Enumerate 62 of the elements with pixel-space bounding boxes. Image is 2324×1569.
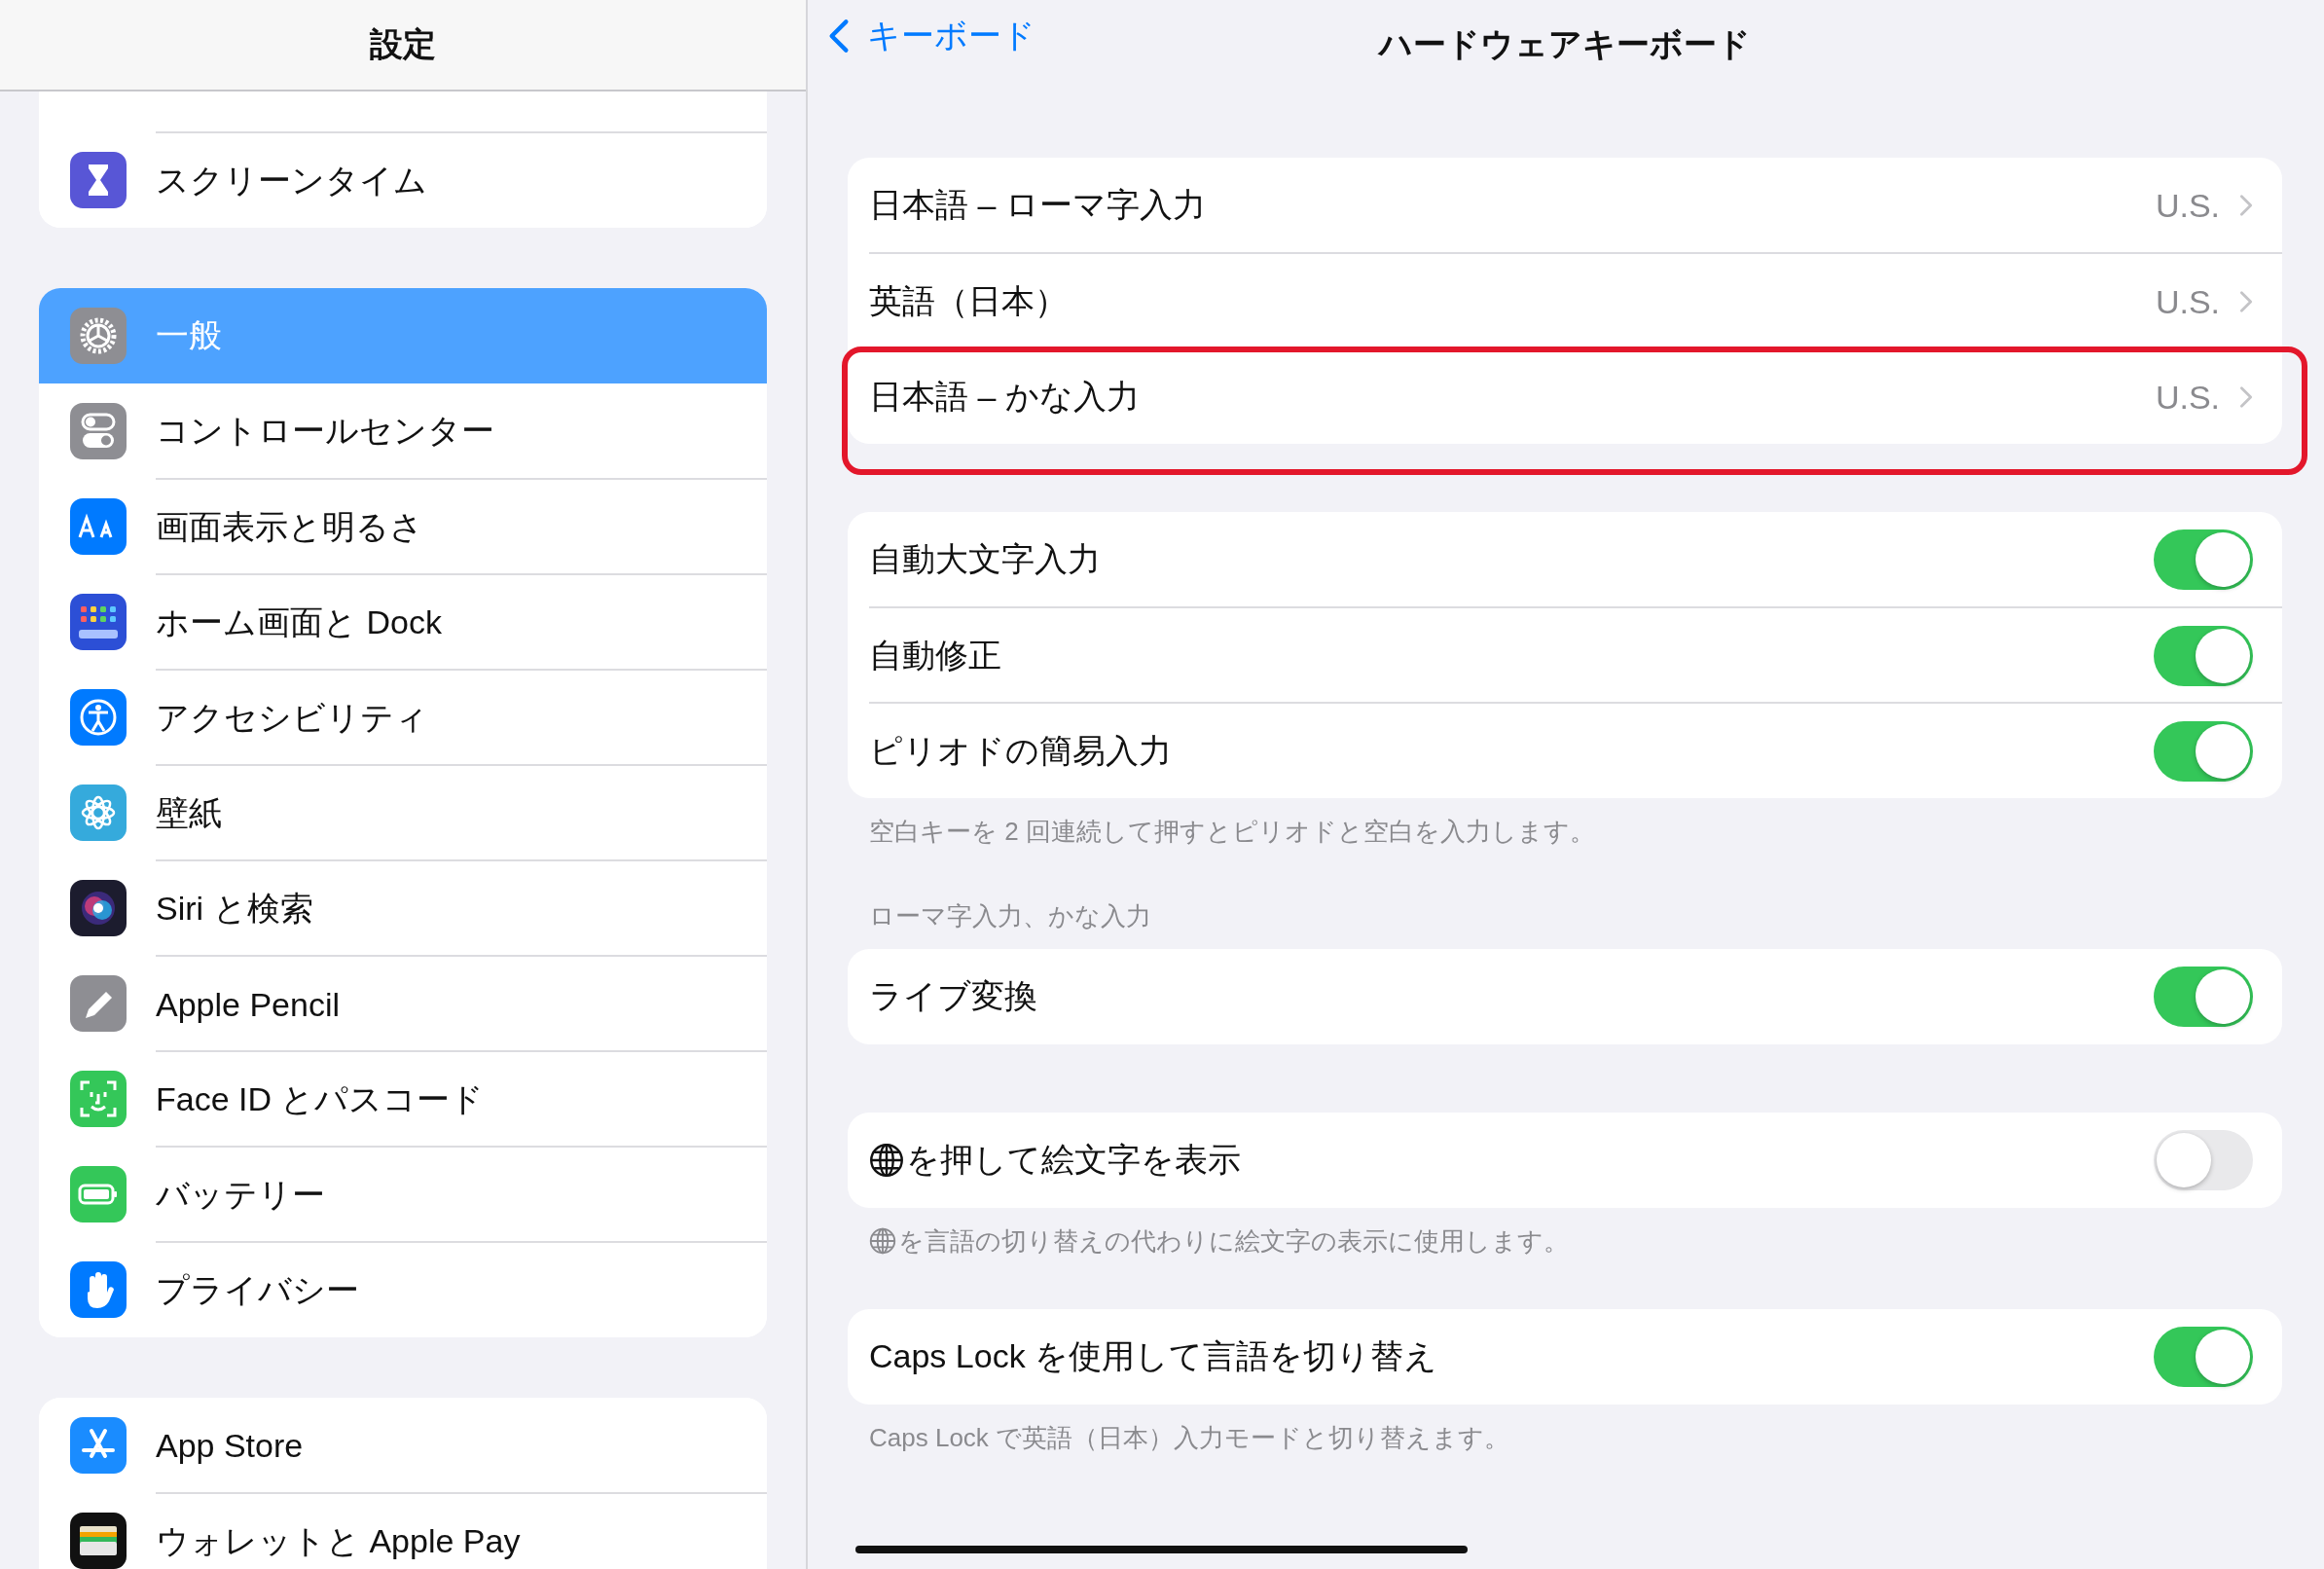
sidebar-item-label: Apple Pencil <box>156 985 340 1024</box>
row-label: ピリオドの簡易入力 <box>869 731 1172 771</box>
app-store-icon <box>70 1417 127 1474</box>
toggle-switch[interactable] <box>2154 626 2253 686</box>
battery-icon <box>70 1166 127 1222</box>
hand-icon <box>70 1261 127 1318</box>
back-link[interactable]: キーボード <box>828 14 1035 58</box>
globe-icon <box>869 1227 896 1255</box>
section-header: ローマ字入力、かな入力 <box>868 900 1152 932</box>
switches-icon <box>70 403 127 459</box>
gear-icon <box>70 308 127 364</box>
sidebar-item-label: 壁紙 <box>156 793 222 833</box>
row-label: 自動大文字入力 <box>869 539 1101 579</box>
sidebar-title: 設定 <box>370 24 436 64</box>
hourglass-icon <box>70 152 127 208</box>
toggle-switch[interactable] <box>2154 1130 2253 1190</box>
wallet-icon <box>70 1513 127 1569</box>
sidebar-item-label: ホーム画面と Dock <box>156 602 442 642</box>
text-size-icon <box>70 498 127 555</box>
row-label: を押して絵文字を表示 <box>906 1140 1241 1180</box>
row-label: 英語（日本） <box>869 281 1068 321</box>
sidebar-item-label: アクセシビリティ <box>156 698 428 738</box>
back-chevron-icon <box>828 17 850 55</box>
row-value: U.S. <box>2155 282 2220 321</box>
accessibility-icon <box>70 689 127 746</box>
toggle-switch[interactable] <box>2154 967 2253 1027</box>
chevron-icon <box>2239 384 2253 410</box>
sidebar-item-label: コントロールセンター <box>156 411 494 451</box>
sidebar-item-label: Face ID とパスコード <box>156 1079 485 1119</box>
toggle-switch[interactable] <box>2154 1327 2253 1387</box>
globe-icon <box>869 1143 904 1178</box>
chevron-icon <box>2239 289 2253 314</box>
toggle-switch[interactable] <box>2154 721 2253 782</box>
section-footer: を言語の切り替えの代わりに絵文字の表示に使用します。 <box>898 1224 1569 1258</box>
sidebar-item-label: Siri と検索 <box>156 889 313 929</box>
row-label: ライブ変換 <box>869 976 1037 1016</box>
sidebar-item-label: バッテリー <box>156 1175 325 1215</box>
flower-icon <box>70 784 127 841</box>
orb-icon <box>70 880 127 936</box>
settings-link-row[interactable]: 日本語 – ローマ字入力 U.S. <box>848 158 2282 253</box>
settings-link-row[interactable]: 英語（日本） U.S. <box>848 253 2282 348</box>
row-label: Caps Lock を使用して言語を切り替え <box>869 1336 1438 1376</box>
toggle-switch[interactable] <box>2154 529 2253 590</box>
page-title: ハードウェアキーボード <box>1379 24 1751 64</box>
sidebar-item-label: スクリーンタイム <box>156 161 427 201</box>
sidebar-item-label: プライバシー <box>156 1270 359 1310</box>
settings-link-row[interactable]: 日本語 – かな入力 U.S. <box>848 348 2282 444</box>
sidebar-item-label: ウォレットと Apple Pay <box>156 1521 521 1561</box>
pencil-icon <box>70 975 127 1032</box>
section-footer: 空白キーを 2 回連続して押すとピリオドと空白を入力します。 <box>869 815 1595 848</box>
chevron-icon <box>2239 193 2253 218</box>
row-label: 自動修正 <box>869 636 1001 675</box>
sidebar-item-label: 画面表示と明るさ <box>156 507 423 547</box>
row-label: 日本語 – かな入力 <box>869 377 1140 417</box>
sidebar-item-label: App Store <box>156 1426 304 1465</box>
row-label: 日本語 – ローマ字入力 <box>869 185 1206 225</box>
row-value: U.S. <box>2155 378 2220 417</box>
sidebar-item-label: 一般 <box>156 315 222 355</box>
section-footer: Caps Lock で英語（日本）入力モードと切り替えます。 <box>869 1421 1510 1454</box>
face-scan-icon <box>70 1071 127 1127</box>
row-value: U.S. <box>2155 186 2220 225</box>
app-grid-icon <box>70 594 127 650</box>
